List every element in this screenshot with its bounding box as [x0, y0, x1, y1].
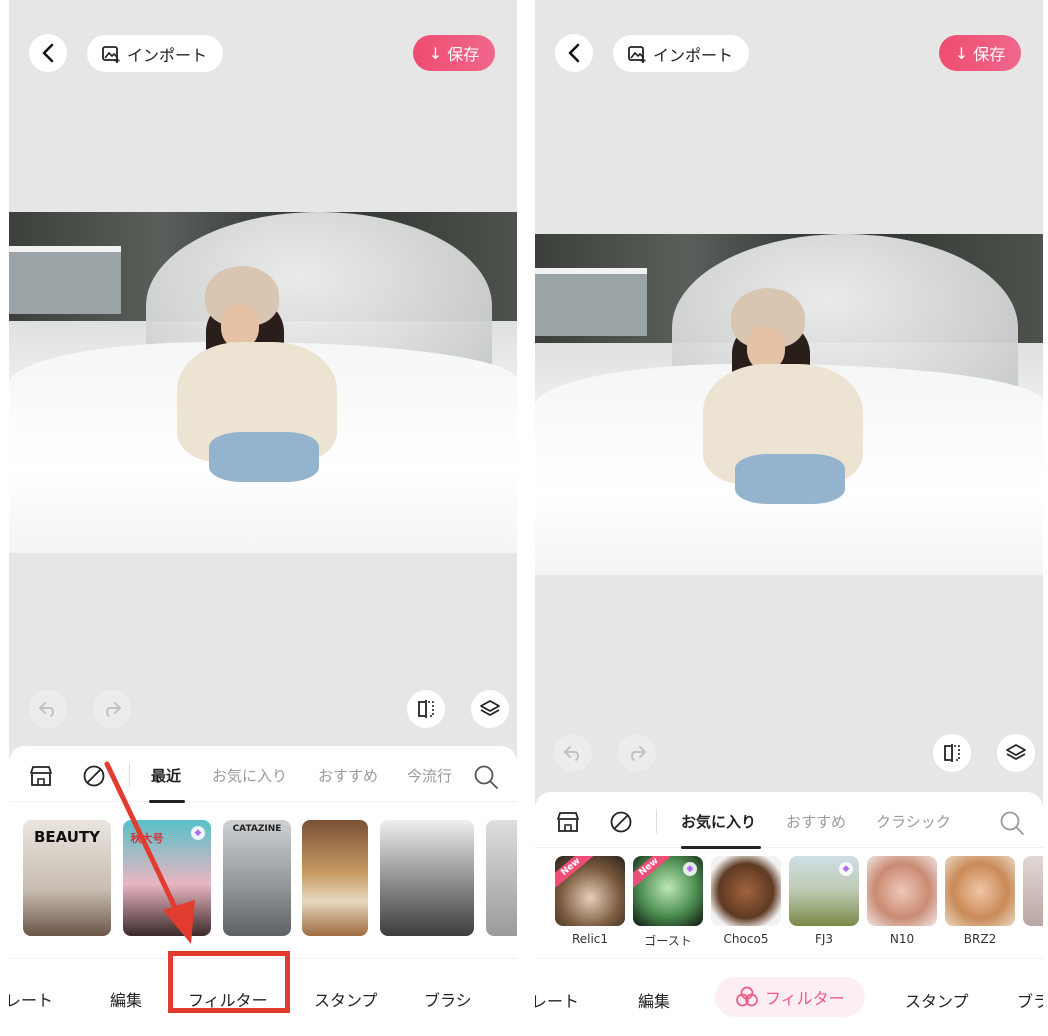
tab-favorites[interactable]: お気に入り	[212, 765, 287, 786]
filter-circles-icon	[736, 986, 758, 1007]
nav-template[interactable]: レート	[535, 988, 579, 1012]
import-button[interactable]: インポート	[87, 35, 224, 72]
undo-button[interactable]	[554, 734, 592, 772]
layers-button[interactable]	[997, 734, 1035, 772]
nav-brush[interactable]: ブラ	[1017, 988, 1043, 1012]
filter-tabs: 最近 お気に入り おすすめ 今流行	[9, 746, 517, 803]
filter-label: Choco5	[723, 932, 769, 946]
filter-thumb-brz2[interactable]	[945, 856, 1015, 926]
filter-label: Relic1	[571, 932, 609, 946]
filter-thumb-partial[interactable]	[486, 820, 517, 936]
filter-thumb-partial[interactable]	[1023, 856, 1043, 926]
filter-tabs: お気に入り おすすめ クラシック	[535, 792, 1043, 849]
top-bar: インポート ↓ 保存	[9, 34, 517, 74]
store-icon[interactable]	[27, 762, 55, 790]
nav-stamp[interactable]: スタンプ	[905, 988, 969, 1012]
filter-thumbnails: BEAUTY 秋大号 ◆ CATAZINE	[9, 820, 517, 938]
undo-icon	[563, 746, 579, 761]
filter-label: BRZ2	[963, 932, 997, 946]
tab-classic[interactable]: クラシック	[876, 811, 951, 832]
layers-button[interactable]	[471, 690, 509, 728]
search-icon[interactable]	[471, 762, 501, 792]
import-label: インポート	[127, 45, 208, 65]
right-editor-screen: インポート ↓ 保存 お気に入り おすすめ クラシック New Relic1 N…	[535, 0, 1043, 1036]
tab-trending[interactable]: 今流行	[407, 765, 452, 786]
filter-thumb-beauty[interactable]: BEAUTY	[23, 820, 111, 936]
undo-button[interactable]	[29, 690, 67, 728]
image-add-icon	[628, 45, 646, 63]
chevron-left-icon	[568, 43, 580, 63]
left-editor-screen: インポート ↓ 保存 最近 お気に入り おすすめ 今流行 BEAUTY 秋大号 …	[9, 0, 517, 1036]
premium-gem-icon: ◆	[839, 862, 853, 876]
save-button[interactable]: ↓ 保存	[413, 35, 495, 71]
filter-thumbnails: New Relic1 New ◆ ゴースト Choco5 ◆ FJ3 N10 B…	[535, 856, 1043, 952]
back-button[interactable]	[555, 34, 593, 72]
layers-icon	[480, 700, 500, 716]
nav-edit[interactable]: 編集	[110, 987, 142, 1011]
filter-thumb-ghost[interactable]: New ◆	[633, 856, 703, 926]
redo-icon	[106, 702, 122, 717]
compare-icon	[944, 744, 960, 762]
premium-gem-icon: ◆	[683, 862, 697, 876]
compare-button[interactable]	[933, 734, 971, 772]
redo-button[interactable]	[93, 690, 131, 728]
image-add-icon	[102, 45, 120, 63]
photo-canvas[interactable]	[9, 212, 517, 553]
redo-icon	[631, 746, 647, 761]
filter-label: N10	[889, 932, 915, 946]
filter-label: FJ3	[814, 932, 834, 946]
filter-thumb-monochrome[interactable]	[380, 820, 474, 936]
nav-brush[interactable]: ブラシ	[424, 987, 472, 1011]
save-button[interactable]: ↓ 保存	[939, 35, 1021, 71]
undo-icon	[38, 702, 54, 717]
search-icon[interactable]	[997, 808, 1027, 838]
new-badge: New	[633, 856, 672, 888]
tab-recommended[interactable]: おすすめ	[786, 811, 846, 832]
compare-icon	[418, 700, 434, 718]
filter-thumb-choco5[interactable]	[711, 856, 781, 926]
nav-stamp[interactable]: スタンプ	[314, 987, 378, 1011]
filter-thumb-n10[interactable]	[867, 856, 937, 926]
filter-thumb-catazine[interactable]: CATAZINE	[223, 820, 291, 936]
download-arrow-icon: ↓	[428, 43, 443, 63]
compare-button[interactable]	[407, 690, 445, 728]
filter-thumb-relic1[interactable]: New	[555, 856, 625, 926]
photo-canvas[interactable]	[535, 234, 1043, 575]
filter-thumb-food[interactable]	[302, 820, 368, 936]
nav-edit[interactable]: 編集	[638, 988, 670, 1012]
import-button[interactable]: インポート	[613, 35, 750, 72]
tab-recommended[interactable]: おすすめ	[318, 765, 378, 786]
annotation-arrow	[104, 761, 195, 944]
download-arrow-icon: ↓	[954, 43, 969, 63]
save-label: 保存	[447, 45, 480, 64]
redo-button[interactable]	[618, 734, 656, 772]
highlight-box	[168, 951, 290, 1013]
no-filter-icon[interactable]	[607, 808, 635, 836]
filter-thumb-fj3[interactable]: ◆	[789, 856, 859, 926]
back-button[interactable]	[29, 34, 67, 72]
nav-template[interactable]: レート	[9, 987, 53, 1011]
store-icon[interactable]	[554, 808, 582, 836]
new-badge: New	[555, 856, 594, 888]
filter-sheet: お気に入り おすすめ クラシック New Relic1 New ◆ ゴースト C…	[535, 792, 1043, 1036]
top-bar: インポート ↓ 保存	[535, 34, 1043, 74]
chevron-left-icon	[42, 43, 54, 63]
save-label: 保存	[973, 45, 1006, 64]
bottom-nav: レート 編集 フィルター スタンプ ブラ	[535, 958, 1043, 1036]
nav-filter-label: フィルター	[765, 989, 845, 1008]
nav-filter[interactable]: フィルター	[715, 977, 865, 1017]
layers-icon	[1006, 744, 1026, 760]
filter-label: ゴースト	[644, 934, 692, 948]
import-label: インポート	[653, 45, 734, 65]
tab-favorites[interactable]: お気に入り	[681, 811, 756, 832]
